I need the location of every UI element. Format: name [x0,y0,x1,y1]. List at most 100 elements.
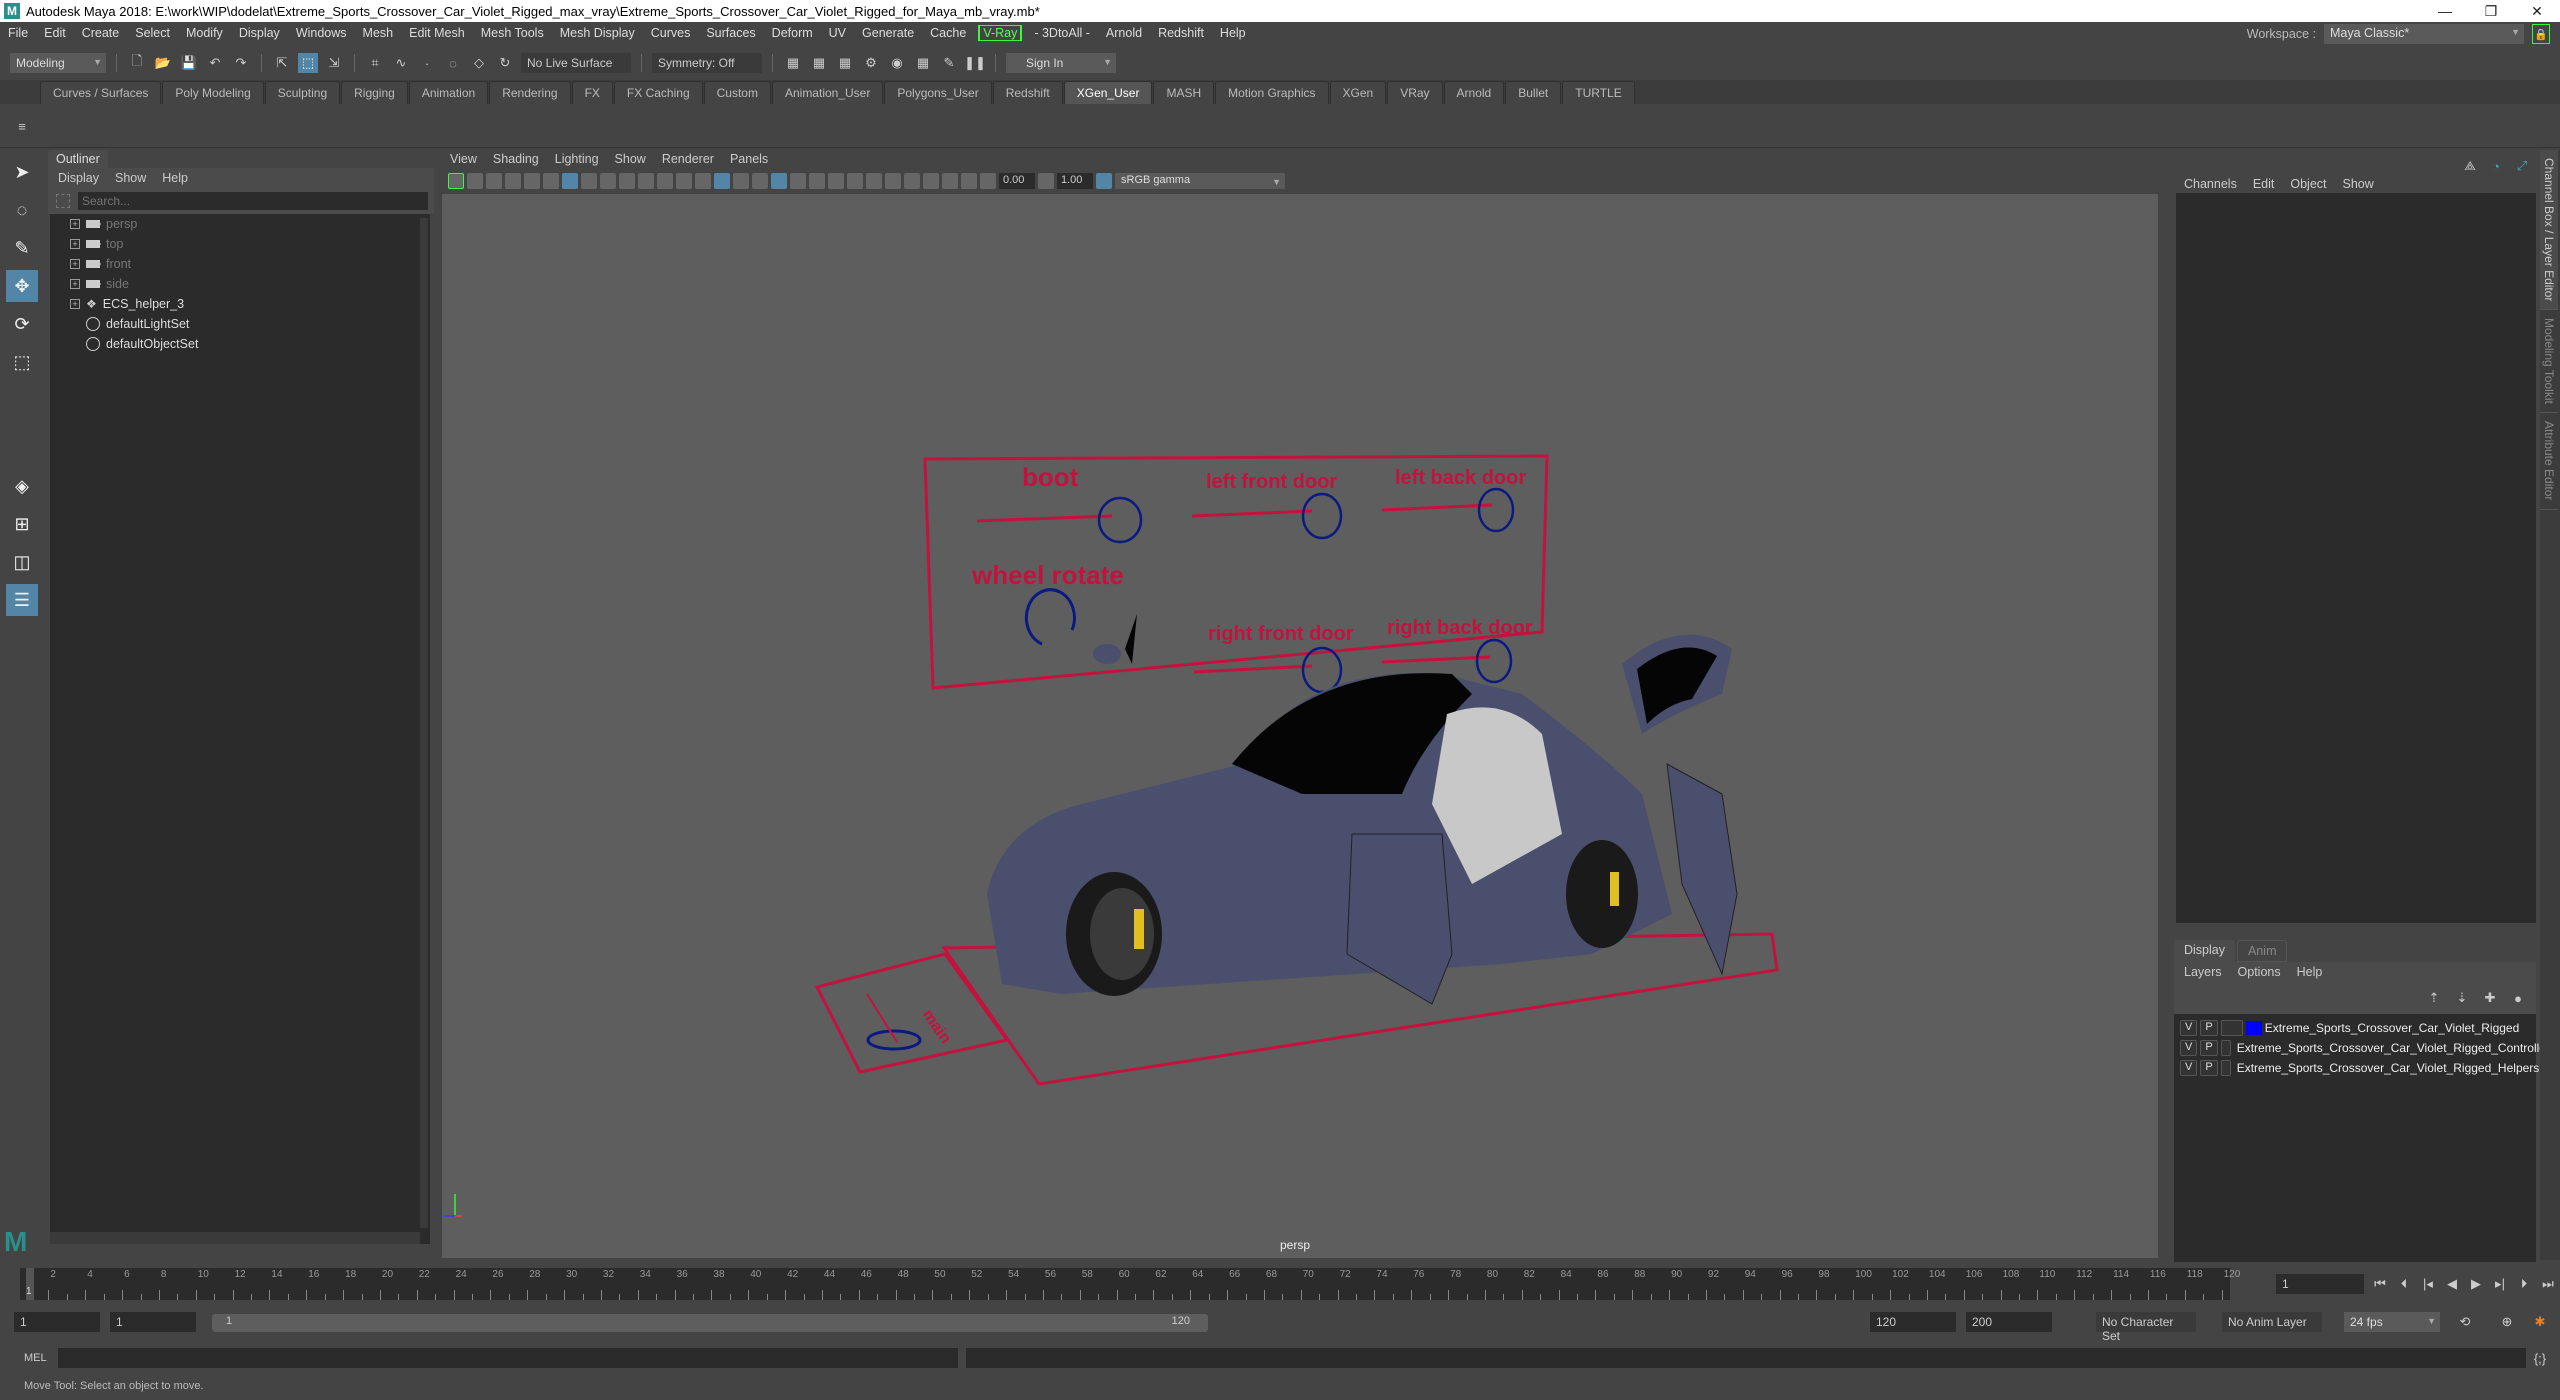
menu-mesh[interactable]: Mesh [355,26,402,40]
layer-playback-toggle[interactable]: P [2200,1040,2218,1056]
shelf-tab[interactable]: MASH [1153,81,1215,104]
light-editor-icon[interactable]: ✎ [939,53,959,73]
layer-row[interactable]: V P Extreme_Sports_Crossover_Car_Violet_… [2174,1058,2539,1078]
channels-show-menu[interactable]: Show [2343,177,2374,191]
layer-visibility-toggle[interactable]: V [2180,1040,2198,1056]
snap-curve-icon[interactable]: ∿ [391,53,411,73]
move-layer-up-icon[interactable]: ⇡ [2424,988,2444,1008]
filter-icon[interactable] [56,194,70,208]
menu-create[interactable]: Create [74,26,128,40]
fps-dropdown[interactable]: 24 fps [2344,1312,2440,1332]
menu-arnold[interactable]: Arnold [1098,26,1150,40]
expand-icon[interactable]: + [70,279,80,289]
menu-modify[interactable]: Modify [178,26,231,40]
shadows-icon[interactable] [809,173,825,189]
scale-tool-icon[interactable]: ⬚ [6,346,38,378]
smooth-shade-icon[interactable] [714,173,730,189]
shelf-tab[interactable]: Poly Modeling [162,81,264,104]
mel-label[interactable]: MEL [24,1352,47,1364]
select-camera-icon[interactable] [448,173,464,189]
new-scene-icon[interactable]: 🗋 [127,53,147,73]
outliner-item[interactable]: + persp [50,214,430,234]
wireframe-icon[interactable] [695,173,711,189]
menu-mesh-display[interactable]: Mesh Display [552,26,643,40]
gate-mask-icon[interactable] [619,173,635,189]
layers-options-menu[interactable]: Options [2238,965,2281,979]
shelf-tab[interactable]: FX Caching [613,81,703,104]
range-bar[interactable]: 1 120 [212,1314,1208,1332]
menu-edit-mesh[interactable]: Edit Mesh [401,26,473,40]
step-back-frame-icon[interactable]: ⏴ [2394,1274,2414,1294]
loop-icon[interactable]: ⟲ [2455,1312,2475,1332]
pause-viewport-icon[interactable]: ❚❚ [964,53,986,73]
shelf-menu-icon[interactable]: ≡ [12,116,32,136]
new-layer-selected-icon[interactable]: ● [2508,988,2528,1008]
shelf-tab[interactable]: VRay [1387,81,1443,104]
isolate-select-icon[interactable] [904,173,920,189]
anim-layer-dropdown[interactable]: No Anim Layer [2222,1312,2322,1332]
grease-pencil-icon[interactable] [543,173,559,189]
play-forward-icon[interactable]: ▶ [2466,1274,2486,1294]
xray-joints-icon[interactable] [942,173,958,189]
grid-icon[interactable] [562,173,578,189]
menu-display[interactable]: Display [231,26,288,40]
default-material-icon[interactable] [733,173,749,189]
go-to-end-icon[interactable]: ⏭ [2538,1274,2558,1294]
render-frame-icon[interactable]: ▦ [809,53,829,73]
workspace-dropdown[interactable]: Maya Classic* [2324,24,2524,44]
safe-action-icon[interactable] [657,173,673,189]
play-backward-icon[interactable]: ◀ [2442,1274,2462,1294]
lights-icon[interactable] [790,173,806,189]
menu-surfaces[interactable]: Surfaces [698,26,763,40]
outliner-item[interactable]: + ❖ ECS_helper_3 [50,294,430,314]
outliner-hscrollbar[interactable] [50,1232,420,1244]
exposure-icon[interactable] [980,173,996,189]
snap-view-plane-icon[interactable]: ◌ [443,53,463,73]
rotate-tool-icon[interactable]: ⟳ [6,308,38,340]
menu-deform[interactable]: Deform [764,26,821,40]
camera-attributes-icon[interactable] [467,173,483,189]
render-history-icon[interactable]: ▦ [783,53,803,73]
go-to-start-icon[interactable]: ⏮ [2370,1274,2390,1294]
new-layer-icon[interactable]: ✚ [2480,988,2500,1008]
shelf-tab[interactable]: Motion Graphics [1215,81,1329,104]
two-view-layout-icon[interactable]: ◫ [6,546,38,578]
redo-icon[interactable]: ↷ [231,53,251,73]
layer-type-toggle[interactable] [2220,1020,2243,1036]
outliner-scrollbar[interactable] [420,218,428,1228]
animation-preferences-icon[interactable]: ✱ [2530,1312,2550,1332]
anti-aliasing-icon[interactable] [866,173,882,189]
select-tool-icon[interactable]: ➤ [6,156,38,188]
expand-icon[interactable]: + [70,259,80,269]
expand-icon[interactable]: + [70,219,80,229]
shelf-tab[interactable]: Redshift [992,81,1063,104]
animation-end-field[interactable]: 200 [1966,1312,2052,1332]
timeline-ticks[interactable]: 2 4 6 8 10 12 14 16 18 20 22 24 26 28 30 32 34 36 38 40 42 44… [20,1268,2240,1300]
step-forward-frame-icon[interactable]: ⏵ [2514,1274,2534,1294]
menu-windows[interactable]: Windows [288,26,355,40]
menu-mesh-tools[interactable]: Mesh Tools [473,26,552,40]
save-scene-icon[interactable]: 💾 [179,53,199,73]
menu-curves[interactable]: Curves [643,26,699,40]
snap-grid-icon[interactable]: ⌗ [365,53,385,73]
live-surface-field[interactable]: No Live Surface [521,53,631,73]
paint-select-tool-icon[interactable]: ✎ [6,232,38,264]
symmetry-dropdown[interactable]: Symmetry: Off [652,53,762,73]
outliner-search-input[interactable] [78,192,428,210]
layer-tab-anim[interactable]: Anim [2237,940,2288,962]
layer-row[interactable]: V P Extreme_Sports_Crossover_Car_Violet_… [2174,1018,2536,1038]
minimize-button[interactable]: — [2422,0,2468,22]
2d-pan-zoom-icon[interactable] [524,173,540,189]
manipulator-icon[interactable]: ⟁ [2460,156,2480,176]
step-back-key-icon[interactable]: |◂ [2418,1274,2438,1294]
shelf-tab[interactable]: Polygons_User [884,81,992,104]
channels-object-menu[interactable]: Object [2290,177,2326,191]
viewport-scene[interactable]: boot left front door left back door whee… [442,194,2158,1258]
gamma-icon[interactable] [1038,173,1054,189]
render-setup-icon[interactable]: ▦ [913,53,933,73]
four-view-layout-icon[interactable]: ⊞ [6,508,38,540]
menu-generate[interactable]: Generate [854,26,922,40]
step-forward-key-icon[interactable]: ▸| [2490,1274,2510,1294]
layer-playback-toggle[interactable]: P [2200,1060,2218,1076]
menu-set-dropdown[interactable]: Modeling [10,53,106,73]
